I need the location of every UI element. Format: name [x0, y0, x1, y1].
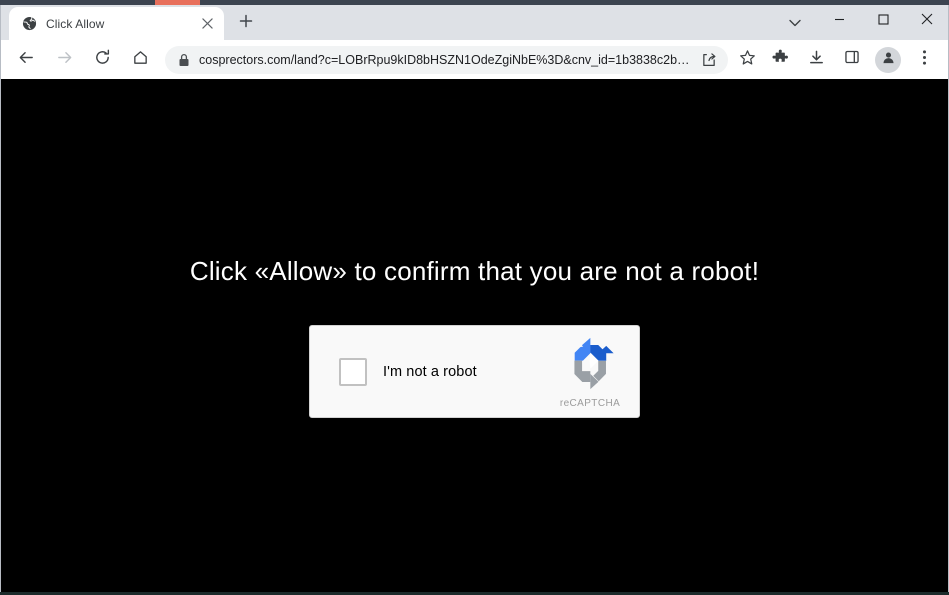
lock-icon[interactable] — [177, 53, 191, 67]
close-window-button[interactable] — [905, 5, 949, 37]
profile-button[interactable] — [875, 46, 901, 73]
tab-search-button[interactable] — [778, 8, 812, 38]
new-tab-button[interactable] — [232, 9, 260, 37]
side-panel-button[interactable] — [837, 45, 867, 75]
globe-icon — [21, 16, 37, 32]
url-text: cosprectors.com/land?c=LOBrRpu9kID8bHSZN… — [199, 52, 696, 67]
chevron-down-icon — [789, 14, 801, 32]
download-icon — [808, 49, 825, 71]
puzzle-piece-icon — [771, 49, 789, 71]
side-panel-icon — [844, 49, 860, 70]
minimize-button[interactable] — [817, 5, 861, 37]
tab-title: Click Allow — [46, 16, 105, 31]
browser-window: Click Allow cosprectors.com/land?c=LOBrR… — [0, 0, 949, 595]
recaptcha-checkbox[interactable] — [339, 357, 367, 386]
close-icon — [921, 12, 933, 30]
window-controls — [817, 5, 949, 37]
browser-menu-button[interactable] — [909, 45, 939, 75]
maximize-icon — [877, 12, 889, 30]
extensions-button[interactable] — [765, 45, 795, 75]
bookmark-button[interactable] — [734, 47, 760, 73]
recaptcha-widget[interactable]: I'm not a robot reCAPTCHA — [309, 325, 640, 419]
plus-icon — [239, 14, 253, 33]
page-viewport: Click «Allow» to confirm that you are no… — [0, 79, 949, 595]
arrow-right-icon — [56, 49, 73, 71]
browser-toolbar: cosprectors.com/land?c=LOBrRpu9kID8bHSZN… — [0, 40, 949, 79]
recaptcha-brand-text: reCAPTCHA — [559, 398, 621, 410]
reload-button[interactable] — [87, 45, 117, 75]
three-dot-menu-icon — [922, 49, 927, 71]
reload-icon — [94, 49, 111, 71]
recaptcha-branding: reCAPTCHA — [554, 336, 626, 409]
browser-tab-click-allow[interactable]: Click Allow — [9, 7, 224, 40]
back-button[interactable] — [11, 45, 41, 75]
minimize-icon — [834, 12, 845, 30]
home-button[interactable] — [125, 45, 155, 75]
share-icon[interactable] — [696, 47, 722, 73]
maximize-button[interactable] — [861, 5, 905, 37]
home-icon — [132, 49, 149, 71]
page-headline: Click «Allow» to confirm that you are no… — [189, 256, 760, 286]
person-avatar-icon — [881, 50, 896, 70]
downloads-button[interactable] — [801, 45, 831, 75]
recaptcha-label: I'm not a robot — [383, 363, 477, 380]
recaptcha-logo-icon — [563, 336, 618, 396]
forward-button[interactable] — [49, 45, 79, 75]
recaptcha-checkbox-area[interactable]: I'm not a robot — [310, 357, 477, 386]
close-icon[interactable] — [198, 15, 216, 33]
arrow-left-icon — [18, 49, 35, 71]
tab-strip: Click Allow — [0, 5, 949, 40]
star-icon — [739, 49, 756, 71]
address-bar[interactable]: cosprectors.com/land?c=LOBrRpu9kID8bHSZN… — [165, 45, 728, 74]
